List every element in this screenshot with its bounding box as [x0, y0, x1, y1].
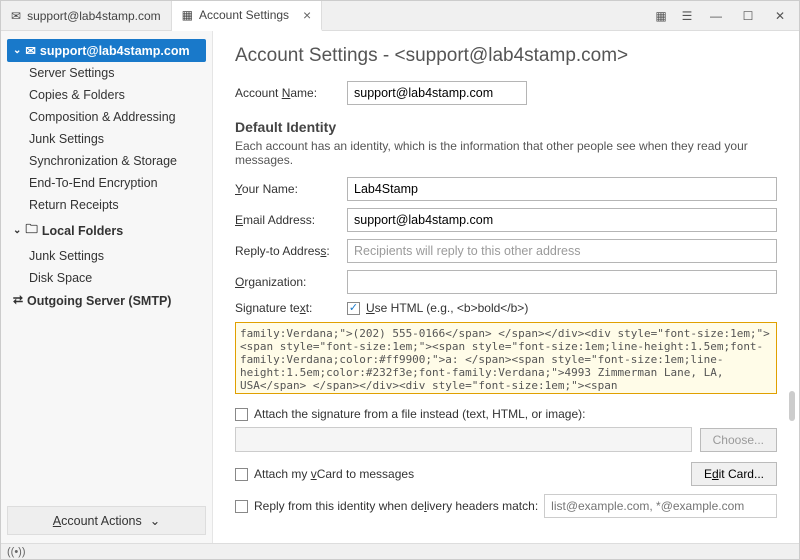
sidebar-outgoing-server[interactable]: ⮂ Outgoing Server (SMTP): [7, 289, 206, 312]
choose-button[interactable]: Choose...: [700, 428, 777, 452]
sidebar-local-label: Local Folders: [42, 224, 123, 238]
chevron-down-icon: ⌄: [13, 45, 21, 56]
sidebar-item-junk[interactable]: Junk Settings: [7, 128, 206, 150]
scrollbar-thumb[interactable]: [789, 391, 795, 421]
sidebar-account-label: support@lab4stamp.com: [40, 44, 190, 58]
chevron-down-icon: ⌄: [150, 513, 160, 528]
sidebar-item-e2e[interactable]: End-To-End Encryption: [7, 172, 206, 194]
tab-mail[interactable]: ✉ support@lab4stamp.com: [1, 1, 172, 30]
page-title: Account Settings - <support@lab4stamp.co…: [235, 45, 777, 67]
smtp-icon: ⮂: [13, 293, 23, 308]
content-area: Account Settings - <support@lab4stamp.co…: [213, 31, 799, 543]
chevron-down-icon: ⌄: [13, 225, 21, 236]
account-actions-button[interactable]: Account Actions ⌄: [7, 506, 206, 535]
attach-file-label: Attach the signature from a file instead…: [254, 407, 586, 421]
your-name-input[interactable]: [347, 177, 777, 201]
use-html-label: Use HTML (e.g., <b>bold</b>): [366, 301, 528, 315]
window-controls: ▦ ☰ — ☐ ✕: [649, 1, 799, 30]
tasks-icon[interactable]: ☰: [675, 4, 699, 28]
attach-vcard-checkbox[interactable]: [235, 468, 248, 481]
attach-file-checkbox[interactable]: [235, 408, 248, 421]
use-html-checkbox[interactable]: [347, 302, 360, 315]
edit-card-button[interactable]: Edit Card...: [691, 462, 777, 486]
close-icon[interactable]: ×: [303, 7, 311, 23]
mail-icon: ✉: [11, 9, 21, 23]
signature-file-input: [235, 427, 692, 452]
sidebar: ⌄ ✉ support@lab4stamp.com Server Setting…: [1, 31, 213, 543]
close-button[interactable]: ✕: [765, 2, 795, 30]
calendar-icon[interactable]: ▦: [649, 4, 673, 28]
identity-description: Each account has an identity, which is t…: [235, 139, 777, 167]
sidebar-item-receipts[interactable]: Return Receipts: [7, 194, 206, 216]
sidebar-item-copies-folders[interactable]: Copies & Folders: [7, 84, 206, 106]
tab-settings-label: Account Settings: [199, 8, 289, 22]
your-name-label: Your Name:: [235, 182, 339, 196]
sidebar-outgoing-label: Outgoing Server (SMTP): [27, 294, 171, 308]
minimize-button[interactable]: —: [701, 2, 731, 30]
sidebar-item-composition[interactable]: Composition & Addressing: [7, 106, 206, 128]
attach-vcard-label: Attach my vCard to messages: [254, 467, 414, 481]
reply-identity-checkbox[interactable]: [235, 500, 248, 513]
email-label: Email Address:: [235, 213, 339, 227]
email-input[interactable]: [347, 208, 777, 232]
titlebar: ✉ support@lab4stamp.com ▦ Account Settin…: [1, 1, 799, 31]
reply-identity-input[interactable]: [544, 494, 777, 518]
tab-settings[interactable]: ▦ Account Settings ×: [172, 1, 323, 31]
signature-textarea[interactable]: family:Verdana;">(202) 555-0166</span> <…: [235, 322, 777, 394]
sidebar-item-sync[interactable]: Synchronization & Storage: [7, 150, 206, 172]
sidebar-account-header[interactable]: ⌄ ✉ support@lab4stamp.com: [7, 39, 206, 62]
folder-icon: 🗀: [25, 220, 38, 241]
connection-icon: ((•)): [7, 546, 26, 558]
account-name-label: Account Name:: [235, 86, 339, 100]
account-actions-label: Account Actions: [53, 514, 142, 528]
sidebar-item-disk-space[interactable]: Disk Space: [7, 267, 206, 289]
sidebar-item-server-settings[interactable]: Server Settings: [7, 62, 206, 84]
reply-to-input[interactable]: [347, 239, 777, 263]
account-tree: ⌄ ✉ support@lab4stamp.com Server Setting…: [7, 39, 206, 506]
organization-input[interactable]: [347, 270, 777, 294]
reply-to-label: Reply-to Address:: [235, 244, 339, 258]
settings-pane-icon: ▦: [182, 8, 193, 22]
default-identity-heading: Default Identity: [235, 119, 777, 135]
mail-icon: ✉: [25, 43, 35, 58]
account-name-input[interactable]: [347, 81, 527, 105]
signature-label: Signature text:: [235, 301, 339, 315]
reply-identity-label: Reply from this identity when delivery h…: [254, 499, 538, 513]
statusbar: ((•)): [1, 543, 799, 559]
maximize-button[interactable]: ☐: [733, 2, 763, 30]
organization-label: Organization:: [235, 275, 339, 289]
sidebar-item-local-junk[interactable]: Junk Settings: [7, 245, 206, 267]
tab-mail-label: support@lab4stamp.com: [27, 9, 161, 23]
sidebar-local-folders[interactable]: ⌄ 🗀 Local Folders: [7, 216, 206, 245]
